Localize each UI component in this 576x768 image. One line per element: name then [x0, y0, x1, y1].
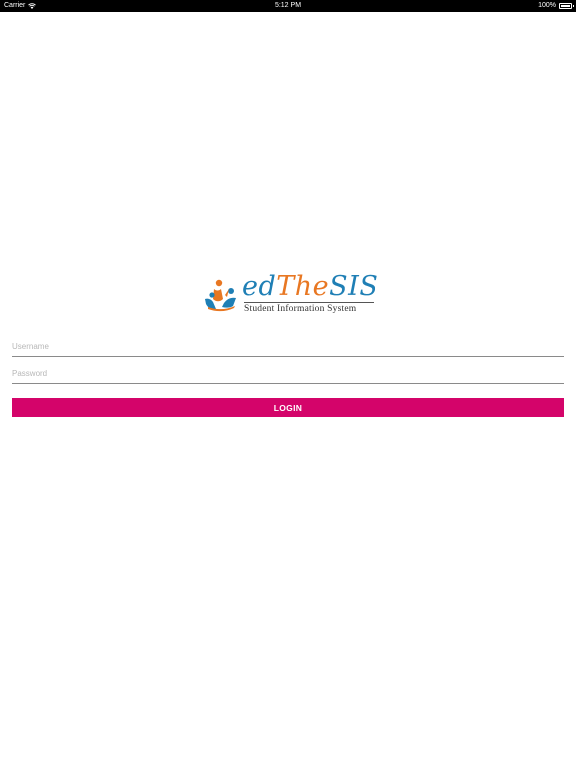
- password-input[interactable]: [12, 364, 564, 384]
- battery-percent: 100%: [538, 2, 556, 9]
- battery-icon: [559, 2, 574, 9]
- edthesis-logo: edTheSIS Student Information System: [204, 273, 378, 321]
- logo-divider: [244, 302, 374, 303]
- logo-word-the: The: [276, 271, 330, 302]
- clock: 5:12 PM: [274, 2, 302, 9]
- login-screen: Carrier 5:12 PM 100% edTheSIS Student In…: [0, 0, 576, 768]
- login-button[interactable]: LOGIN: [12, 398, 564, 417]
- people-emblem-icon: [205, 279, 236, 312]
- battery-indicator: 100%: [538, 2, 574, 9]
- logo-word-ed: ed: [242, 271, 277, 302]
- status-bar: Carrier 5:12 PM 100%: [0, 0, 576, 12]
- battery-fill: [561, 4, 570, 7]
- logo-wordmark: edTheSIS: [242, 273, 378, 301]
- logo-tagline: Student Information System: [244, 304, 357, 314]
- logo-word-sis: SIS: [329, 271, 379, 302]
- username-input[interactable]: [12, 337, 564, 357]
